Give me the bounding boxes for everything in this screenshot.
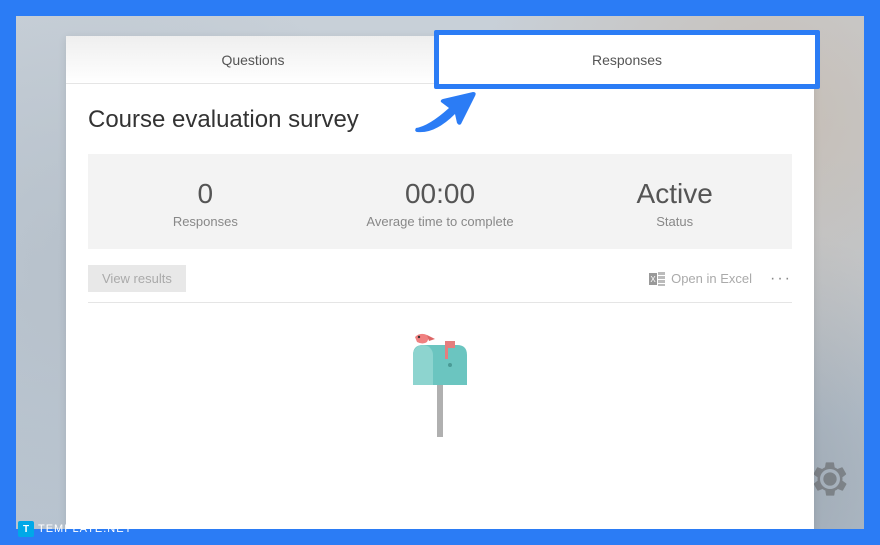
mailbox-icon	[395, 327, 485, 437]
stats-bar: 0 Responses 00:00 Average time to comple…	[88, 154, 792, 249]
stat-status: Active Status	[557, 178, 792, 229]
arrow-annotation-icon	[411, 86, 481, 136]
stat-avgtime-label: Average time to complete	[323, 214, 558, 229]
stat-avgtime: 00:00 Average time to complete	[323, 178, 558, 229]
more-options-button[interactable]: ···	[770, 270, 792, 288]
watermark: T TEMPLATE.NET	[18, 521, 132, 537]
svg-text:X: X	[650, 275, 656, 284]
stat-status-value: Active	[557, 178, 792, 210]
app-viewport: Questions Responses Course evaluation su…	[16, 16, 864, 529]
empty-state	[88, 303, 792, 437]
excel-icon: X	[649, 272, 665, 286]
tab-questions[interactable]: Questions	[66, 36, 440, 83]
stat-responses: 0 Responses	[88, 178, 323, 229]
tab-responses[interactable]: Responses	[440, 36, 814, 83]
open-in-excel-button[interactable]: X Open in Excel	[649, 271, 752, 286]
watermark-badge: T	[18, 521, 34, 537]
watermark-text: TEMPLATE.NET	[38, 523, 132, 535]
view-results-button[interactable]: View results	[88, 265, 186, 292]
tabs-bar: Questions Responses	[66, 36, 814, 84]
stat-avgtime-value: 00:00	[323, 178, 558, 210]
content-area: Course evaluation survey 0 Responses 00:…	[66, 84, 814, 437]
gear-decoration-icon	[810, 459, 850, 499]
stat-status-label: Status	[557, 214, 792, 229]
tab-responses-wrapper: Responses	[440, 36, 814, 83]
stat-responses-value: 0	[88, 178, 323, 210]
form-card: Questions Responses Course evaluation su…	[66, 36, 814, 529]
actions-row: View results X Open in Excel ···	[88, 265, 792, 303]
stat-responses-label: Responses	[88, 214, 323, 229]
open-in-excel-label: Open in Excel	[671, 271, 752, 286]
